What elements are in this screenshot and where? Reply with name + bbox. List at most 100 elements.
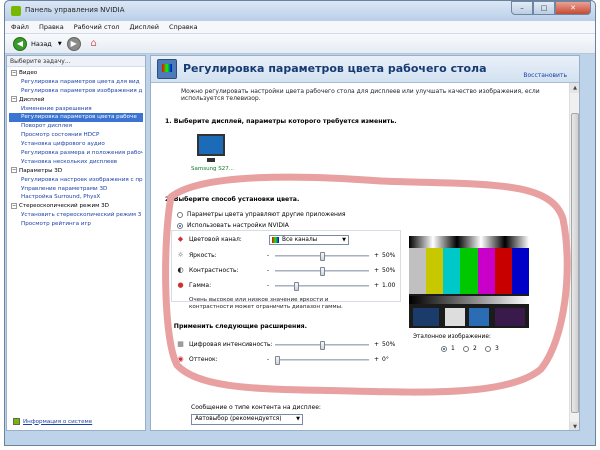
title-bar[interactable]: Панель управления NVIDIA – □ ✕ (5, 1, 595, 21)
brightness-minus[interactable]: - (267, 252, 269, 259)
menu-edit[interactable]: Правка (39, 23, 64, 31)
tree-item[interactable]: Установка нескольких дисплеев (9, 158, 143, 167)
tree-collapse-icon[interactable]: − (11, 167, 17, 174)
reference-option-2[interactable]: 2 (463, 345, 477, 352)
reference-image (409, 236, 529, 328)
hue-slider-thumb[interactable] (275, 356, 280, 365)
tree-item[interactable]: Регулировка параметров цвета рабоче (9, 113, 143, 123)
tree-item[interactable]: Регулировка параметров изображения д (9, 87, 143, 96)
radio-nvidia-settings[interactable]: Использовать настройки NVIDIA (177, 222, 289, 229)
tree-item[interactable]: Установить стереоскопический режим 3 (9, 211, 143, 220)
tree-item[interactable]: Регулировка настроек изображения с пр (9, 176, 143, 185)
vibrance-slider[interactable] (275, 341, 369, 350)
reference-option-3[interactable]: 3 (485, 345, 499, 352)
close-button[interactable]: ✕ (555, 1, 591, 15)
gamma-slider-thumb[interactable] (293, 282, 299, 291)
color-channel-value: Все каналы (282, 237, 318, 243)
tree-item-label: Установка нескольких дисплеев (21, 158, 118, 165)
vibrance-value: 50% (382, 341, 396, 348)
menu-file[interactable]: Файл (11, 23, 29, 31)
tree-item[interactable]: Регулировка параметров цвета для вид (9, 78, 143, 87)
gamma-minus[interactable]: - (267, 282, 269, 289)
minimize-button[interactable]: – (511, 1, 533, 15)
tree-item-label: Регулировка параметров цвета для вид (21, 78, 140, 85)
tree-collapse-icon[interactable]: − (11, 202, 17, 209)
gamma-row: ● Гамма: (177, 282, 211, 290)
chevron-down-icon: ▼ (342, 237, 346, 243)
contrast-label: Контрастность: (189, 267, 239, 274)
reference-option-2-dot[interactable] (463, 345, 469, 352)
scroll-down-icon[interactable]: ▼ (570, 422, 579, 430)
tree-item-label: Параметры 3D (19, 167, 63, 174)
radio-other-apps[interactable]: Параметры цвета управляют другие приложе… (177, 211, 345, 218)
brightness-slider[interactable] (275, 252, 369, 261)
contrast-slider[interactable] (275, 267, 369, 276)
tree-item[interactable]: Изменение разрешения (9, 105, 143, 114)
content-pane: Регулировка параметров цвета рабочего ст… (150, 55, 580, 431)
rgb-channels-icon (272, 237, 279, 243)
task-pane-header: Выберите задачу... (7, 56, 145, 67)
tree-category[interactable]: − Видео (9, 69, 143, 78)
tree-category[interactable]: − Стереоскопический режим 3D (9, 202, 143, 211)
vibrance-minus[interactable]: - (267, 341, 269, 348)
scroll-thumb[interactable] (571, 113, 579, 413)
tree-item[interactable]: Настройка Surround, PhysX (9, 193, 143, 202)
contrast-plus[interactable]: + (374, 267, 379, 274)
hue-slider[interactable] (275, 356, 369, 365)
system-info-label[interactable]: Информация о системе (23, 419, 92, 425)
tree-category[interactable]: − Дисплей (9, 96, 143, 105)
color-bar (460, 248, 478, 294)
monitor-icon[interactable] (197, 134, 225, 162)
tree-category[interactable]: − Параметры 3D (9, 167, 143, 176)
contrast-icon: ◐ (177, 266, 184, 274)
tree-item-label: Регулировка параметров изображения д (21, 87, 143, 94)
tree-item-label: Видео (19, 70, 38, 76)
contrast-minus[interactable]: - (267, 267, 269, 274)
reference-option-3-dot[interactable] (485, 345, 491, 352)
home-icon[interactable]: ⌂ (87, 37, 101, 51)
tree-item-label: Дисплей (19, 96, 45, 103)
tree-item[interactable]: Просмотр состояния HDCP (9, 131, 143, 140)
tree-item[interactable]: Поворот дисплея (9, 122, 143, 131)
back-arrow-icon[interactable]: ◀ (13, 36, 27, 51)
test-swatch-light-blue (469, 308, 489, 326)
tree-item[interactable]: Регулировка размера и положения рабоч (9, 149, 143, 158)
vibrance-label: Цифровая интенсивность: (189, 341, 273, 348)
maximize-button[interactable]: □ (533, 1, 555, 15)
gamma-slider[interactable] (275, 282, 369, 291)
contrast-slider-thumb[interactable] (319, 267, 325, 276)
step2-heading: 2. Выберите способ установки цвета. (165, 196, 300, 203)
tree-collapse-icon[interactable]: − (11, 96, 17, 103)
reference-option-1[interactable]: 1 (441, 345, 455, 352)
contrast-row: ◐ Контрастность: (177, 266, 239, 275)
radio-nvidia-settings-dot[interactable] (177, 222, 183, 229)
menu-help[interactable]: Справка (169, 23, 198, 31)
tree-item[interactable]: Установка цифрового аудио (9, 140, 143, 149)
vibrance-plus[interactable]: + (374, 341, 379, 348)
forward-arrow-icon[interactable]: ▶ (66, 36, 81, 51)
radio-other-apps-dot[interactable] (177, 211, 183, 218)
content-type-select[interactable]: Автовыбор (рекомендуется) ▼ (191, 414, 303, 425)
gamma-plus[interactable]: + (374, 282, 379, 289)
display-name[interactable]: Samsung S27... (191, 166, 234, 172)
hue-plus[interactable]: + (374, 356, 379, 363)
system-info-link[interactable]: Информация о системе (13, 418, 92, 425)
reference-option-1-dot[interactable] (441, 345, 447, 352)
tree-item[interactable]: Управление параметрами 3D (9, 185, 143, 194)
tree-item-label: Просмотр рейтинга игр (21, 221, 91, 228)
restore-defaults-link[interactable]: Восстановить (523, 72, 567, 79)
vertical-scrollbar[interactable]: ▲ ▼ (569, 83, 579, 430)
brightness-slider-thumb[interactable] (319, 252, 325, 261)
vibrance-slider-thumb[interactable] (319, 341, 325, 350)
tree-item[interactable]: Просмотр рейтинга игр (9, 220, 143, 229)
brightness-plus[interactable]: + (374, 252, 379, 259)
color-channel-select[interactable]: Все каналы ▼ (269, 235, 349, 245)
back-history-dropdown-icon[interactable]: ▼ (58, 41, 62, 47)
palette-icon: ◆ (177, 235, 184, 243)
tree-collapse-icon[interactable]: − (11, 69, 17, 76)
content-type-label: Сообщение о типе контента на дисплее: (191, 404, 321, 411)
hue-minus[interactable]: - (267, 356, 269, 363)
back-button-label[interactable]: Назад (31, 40, 52, 48)
menu-desktop[interactable]: Рабочий стол (74, 23, 120, 31)
menu-display[interactable]: Дисплей (129, 23, 159, 31)
